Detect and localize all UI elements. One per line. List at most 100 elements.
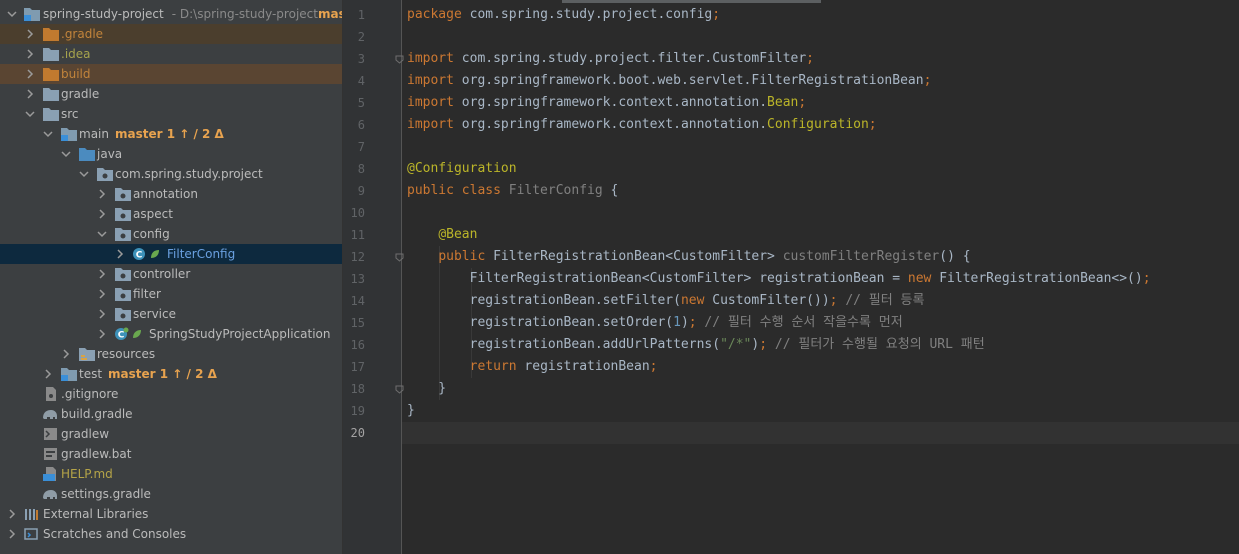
chevron-right-icon[interactable] xyxy=(60,346,72,362)
code-line[interactable]: @Bean xyxy=(407,224,477,246)
chevron-right-icon[interactable] xyxy=(6,506,18,522)
fold-marker-icon[interactable] xyxy=(395,385,404,394)
tree-item-gitignore[interactable]: .gitignore xyxy=(0,384,342,404)
tree-item-build-gradle[interactable]: build.gradle xyxy=(0,404,342,424)
tree-item-config[interactable]: config xyxy=(0,224,342,244)
tree-item-help-md[interactable]: HELP.md xyxy=(0,464,342,484)
chevron-down-icon[interactable] xyxy=(6,6,18,22)
chevron-right-icon[interactable] xyxy=(96,326,108,342)
chevron-down-icon[interactable] xyxy=(42,126,54,142)
tree-item-filter[interactable]: filter xyxy=(0,284,342,304)
code-line[interactable]: registrationBean.setFilter(new CustomFil… xyxy=(407,290,925,312)
tree-item-application[interactable]: C SpringStudyProjectApplication xyxy=(0,324,342,344)
chevron-right-icon[interactable] xyxy=(24,66,36,82)
tree-item-label: HELP.md xyxy=(61,467,113,481)
line-number[interactable]: 7 xyxy=(343,136,365,158)
tree-item-test[interactable]: test master 1 ↑ / 2 Δ xyxy=(0,364,342,384)
chevron-right-icon[interactable] xyxy=(6,526,18,542)
chevron-down-icon[interactable] xyxy=(96,226,108,242)
line-number[interactable]: 4 xyxy=(343,70,365,92)
line-number[interactable]: 5 xyxy=(343,92,365,114)
project-tree[interactable]: spring-study-project - D:\spring-study-pr… xyxy=(0,0,342,554)
tree-item-gradlew-bat[interactable]: gradlew.bat xyxy=(0,444,342,464)
tree-item-project-root[interactable]: spring-study-project - D:\spring-study-pr… xyxy=(0,4,342,24)
chevron-right-icon[interactable] xyxy=(96,286,108,302)
tree-item-service[interactable]: service xyxy=(0,304,342,324)
code-line[interactable]: @Configuration xyxy=(407,158,517,180)
code-line[interactable]: import org.springframework.context.annot… xyxy=(407,114,877,136)
tree-item-aspect[interactable]: aspect xyxy=(0,204,342,224)
chevron-down-icon[interactable] xyxy=(78,166,90,182)
code-line[interactable]: FilterRegistrationBean<CustomFilter> reg… xyxy=(407,268,1151,290)
tree-item-filterconfig[interactable]: C FilterConfig xyxy=(0,244,342,264)
line-number[interactable]: 3 xyxy=(343,48,365,70)
code-line[interactable]: return registrationBean; xyxy=(407,356,658,378)
line-number[interactable]: 9 xyxy=(343,180,365,202)
code-line[interactable]: registrationBean.addUrlPatterns("/*"); /… xyxy=(407,334,985,356)
line-number[interactable]: 2 xyxy=(343,26,365,48)
chevron-right-icon[interactable] xyxy=(24,86,36,102)
tree-item-scratches[interactable]: Scratches and Consoles xyxy=(0,524,342,544)
line-number-gutter[interactable]: 1 2 3 4 5 6 7 8 9 10 11 12 13 14 15 16 17 18 19 20 xyxy=(343,0,404,554)
code-line[interactable]: import com.spring.study.project.filter.C… xyxy=(407,48,814,70)
tree-item-controller[interactable]: controller xyxy=(0,264,342,284)
fold-marker-icon[interactable] xyxy=(395,55,404,64)
line-number[interactable]: 1 xyxy=(343,4,365,26)
code-line[interactable]: package com.spring.study.project.config; xyxy=(407,4,720,26)
code-line[interactable]: import org.springframework.boot.web.serv… xyxy=(407,70,931,92)
chevron-right-icon[interactable] xyxy=(114,246,126,262)
line-number[interactable]: 11 xyxy=(343,224,365,246)
code-token: ; xyxy=(688,315,705,330)
tree-item-label: gradlew xyxy=(61,427,110,441)
code-token: // 필터 수행 순서 작을수록 먼저 xyxy=(704,315,903,330)
batch-file-icon xyxy=(43,447,59,461)
line-number[interactable]: 12 xyxy=(343,246,365,268)
tree-item-main[interactable]: main master 1 ↑ / 2 Δ xyxy=(0,124,342,144)
chevron-down-icon[interactable] xyxy=(24,106,36,122)
tree-item-build[interactable]: build xyxy=(0,64,342,84)
line-number[interactable]: 18 xyxy=(343,378,365,400)
module-folder-icon xyxy=(61,127,77,141)
tree-item-gradle-hidden[interactable]: .gradle xyxy=(0,24,342,44)
line-number[interactable]: 14 xyxy=(343,290,365,312)
code-line[interactable]: } xyxy=(407,378,446,400)
tree-item-annotation[interactable]: annotation xyxy=(0,184,342,204)
code-token: ; xyxy=(798,95,807,110)
tree-item-java[interactable]: java xyxy=(0,144,342,164)
line-number[interactable]: 8 xyxy=(343,158,365,180)
chevron-right-icon[interactable] xyxy=(96,266,108,282)
package-folder-icon xyxy=(115,187,131,201)
line-number[interactable]: 13 xyxy=(343,268,365,290)
chevron-right-icon[interactable] xyxy=(42,366,54,382)
line-number[interactable]: 15 xyxy=(343,312,365,334)
code-line[interactable]: } xyxy=(407,400,415,422)
code-line[interactable]: public class FilterConfig { xyxy=(407,180,618,202)
chevron-right-icon[interactable] xyxy=(24,46,36,62)
chevron-down-icon[interactable] xyxy=(60,146,72,162)
tree-item-external-libraries[interactable]: External Libraries xyxy=(0,504,342,524)
code-line[interactable]: import org.springframework.context.annot… xyxy=(407,92,806,114)
tree-item-src[interactable]: src xyxy=(0,104,342,124)
chevron-right-icon[interactable] xyxy=(24,26,36,42)
tree-item-gradle[interactable]: gradle xyxy=(0,84,342,104)
line-number[interactable]: 17 xyxy=(343,356,365,378)
tree-item-label: SpringStudyProjectApplication xyxy=(149,327,331,341)
line-number[interactable]: 16 xyxy=(343,334,365,356)
tree-item-gradlew[interactable]: gradlew xyxy=(0,424,342,444)
tree-item-resources[interactable]: resources xyxy=(0,344,342,364)
tree-item-idea[interactable]: .idea xyxy=(0,44,342,64)
tree-item-settings-gradle[interactable]: settings.gradle xyxy=(0,484,342,504)
code-line[interactable]: public FilterRegistrationBean<CustomFilt… xyxy=(407,246,970,268)
line-number[interactable]: 6 xyxy=(343,114,365,136)
line-number[interactable]: 19 xyxy=(343,400,365,422)
code-editor[interactable]: 1 2 3 4 5 6 7 8 9 10 11 12 13 14 15 16 17 18 19 20 package … xyxy=(343,0,1239,554)
code-line[interactable]: registrationBean.setOrder(1); // 필터 수행 순… xyxy=(407,312,903,334)
chevron-right-icon[interactable] xyxy=(96,206,108,222)
tree-item-package[interactable]: com.spring.study.project xyxy=(0,164,342,184)
line-number[interactable]: 20 xyxy=(343,422,365,444)
line-number[interactable]: 10 xyxy=(343,202,365,224)
chevron-right-icon[interactable] xyxy=(96,306,108,322)
resources-folder-icon xyxy=(79,347,95,361)
chevron-right-icon[interactable] xyxy=(96,186,108,202)
fold-marker-icon[interactable] xyxy=(395,253,404,262)
